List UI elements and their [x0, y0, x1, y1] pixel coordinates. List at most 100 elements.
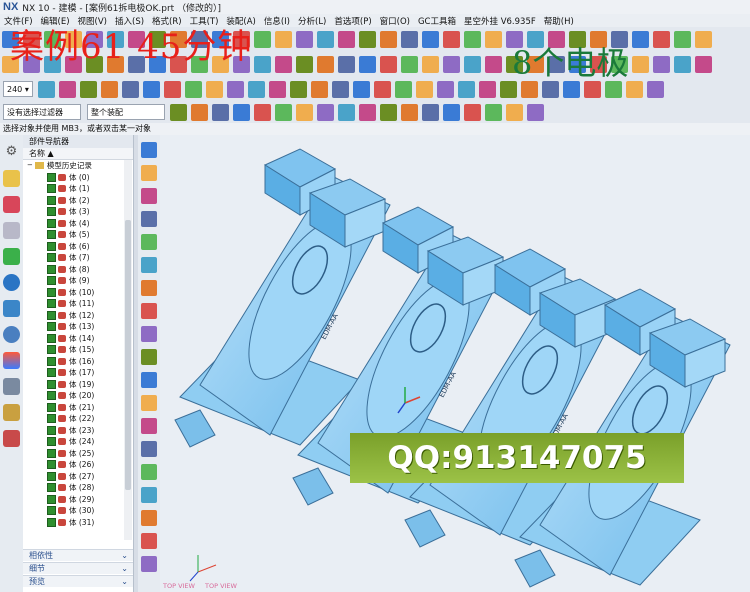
tree-item-body[interactable]: 体 (8): [23, 264, 133, 276]
tool-icon[interactable]: [359, 103, 376, 121]
tool-icon[interactable]: [184, 80, 202, 98]
checkbox-checked-icon[interactable]: [47, 172, 56, 182]
tool-icon[interactable]: [296, 31, 313, 48]
tool-icon[interactable]: [317, 31, 334, 48]
tool-icon[interactable]: [674, 56, 691, 73]
tree-item-body[interactable]: 体 (25): [23, 448, 133, 460]
tool-icon[interactable]: [653, 31, 670, 48]
system-scenes-icon[interactable]: [3, 430, 20, 447]
graphics-window[interactable]: EDM-AAEDM-AAEDM-AAEDM-AA: [160, 135, 750, 592]
tree-item-body[interactable]: 体 (3): [23, 206, 133, 218]
tree-item-body[interactable]: 体 (6): [23, 241, 133, 253]
tool-icon[interactable]: [142, 80, 160, 98]
panel-dependencies[interactable]: 相依性 ⌄: [23, 549, 133, 561]
tool-icon[interactable]: [205, 80, 223, 98]
tool-icon[interactable]: [317, 56, 334, 73]
palette-icon[interactable]: [3, 352, 20, 369]
checkbox-checked-icon[interactable]: [47, 322, 56, 332]
tree-item-body[interactable]: 体 (4): [23, 218, 133, 230]
view-tool-icon[interactable]: [141, 257, 157, 273]
tool-icon[interactable]: [695, 56, 712, 73]
checkbox-checked-icon[interactable]: [47, 241, 56, 251]
menu-info[interactable]: 信息(I): [260, 15, 294, 27]
tool-icon[interactable]: [457, 80, 475, 98]
tree-item-body[interactable]: 体 (29): [23, 494, 133, 506]
tree-item-body[interactable]: 体 (12): [23, 310, 133, 322]
tool-icon[interactable]: [422, 31, 439, 48]
clock-icon[interactable]: [3, 326, 20, 343]
menu-window[interactable]: 窗口(O): [376, 15, 414, 27]
assembly-scope-select[interactable]: 整个装配: [87, 104, 165, 120]
collapse-icon[interactable]: −: [27, 160, 33, 172]
tool-icon[interactable]: [632, 56, 649, 73]
tool-icon[interactable]: [254, 31, 271, 48]
tool-icon[interactable]: [415, 80, 433, 98]
view-tool-icon[interactable]: [141, 234, 157, 250]
tool-icon[interactable]: [331, 80, 349, 98]
checkbox-checked-icon[interactable]: [47, 264, 56, 274]
checkbox-checked-icon[interactable]: [47, 368, 56, 378]
tool-icon[interactable]: [380, 56, 397, 73]
tree-item-body[interactable]: 体 (1): [23, 183, 133, 195]
tree-item-body[interactable]: 体 (30): [23, 505, 133, 517]
tool-icon[interactable]: [163, 80, 181, 98]
panel-preview[interactable]: 预览 ⌄: [23, 575, 133, 587]
view-tool-icon[interactable]: [141, 510, 157, 526]
view-tool-icon[interactable]: [141, 418, 157, 434]
checkbox-checked-icon[interactable]: [47, 356, 56, 366]
tree-item-body[interactable]: 体 (20): [23, 390, 133, 402]
menu-preferences[interactable]: 首选项(P): [330, 15, 375, 27]
assembly-navigator-icon[interactable]: [3, 170, 20, 187]
tool-icon[interactable]: [296, 103, 313, 121]
view-tool-icon[interactable]: [141, 372, 157, 388]
tool-icon[interactable]: [485, 56, 502, 73]
tool-icon[interactable]: [674, 31, 691, 48]
tool-icon[interactable]: [380, 103, 397, 121]
tool-icon[interactable]: [527, 103, 544, 121]
checkbox-checked-icon[interactable]: [47, 195, 56, 205]
tool-icon[interactable]: [422, 56, 439, 73]
tool-icon[interactable]: [191, 103, 208, 121]
tool-icon[interactable]: [464, 56, 481, 73]
view-tool-icon[interactable]: [141, 395, 157, 411]
tool-icon[interactable]: [478, 80, 496, 98]
tool-icon[interactable]: [310, 80, 328, 98]
roles-icon[interactable]: [3, 404, 20, 421]
tool-icon[interactable]: [254, 103, 271, 121]
tool-icon[interactable]: [79, 80, 97, 98]
view-tool-icon[interactable]: [141, 280, 157, 296]
tool-icon[interactable]: [394, 80, 412, 98]
menu-plugin[interactable]: 星空外挂 V6.935F: [460, 15, 540, 27]
tree-item-body[interactable]: 体 (24): [23, 436, 133, 448]
tool-icon[interactable]: [338, 56, 355, 73]
menu-gc-toolkit[interactable]: GC工具箱: [414, 15, 460, 27]
tool-icon[interactable]: [485, 31, 502, 48]
view-tool-icon[interactable]: [141, 441, 157, 457]
checkbox-checked-icon[interactable]: [47, 517, 56, 527]
tool-icon[interactable]: [275, 31, 292, 48]
tree-item-body[interactable]: 体 (2): [23, 195, 133, 207]
checkbox-checked-icon[interactable]: [47, 483, 56, 493]
checkbox-checked-icon[interactable]: [47, 253, 56, 263]
checkbox-checked-icon[interactable]: [47, 299, 56, 309]
tool-icon[interactable]: [212, 103, 229, 121]
checkbox-checked-icon[interactable]: [47, 345, 56, 355]
scrollbar-thumb[interactable]: [125, 220, 131, 490]
view-tool-icon[interactable]: [141, 464, 157, 480]
tree-item-body[interactable]: 体 (21): [23, 402, 133, 414]
checkbox-checked-icon[interactable]: [47, 506, 56, 516]
tool-icon[interactable]: [268, 80, 286, 98]
tool-icon[interactable]: [401, 56, 418, 73]
checkbox-checked-icon[interactable]: [47, 391, 56, 401]
tool-icon[interactable]: [254, 56, 271, 73]
tool-icon[interactable]: [170, 103, 187, 121]
checkbox-checked-icon[interactable]: [47, 437, 56, 447]
tree-item-body[interactable]: 体 (31): [23, 517, 133, 529]
tree-item-body[interactable]: 体 (23): [23, 425, 133, 437]
tool-icon[interactable]: [436, 80, 454, 98]
tree-item-body[interactable]: 体 (13): [23, 321, 133, 333]
tool-icon[interactable]: [506, 103, 523, 121]
checkbox-checked-icon[interactable]: [47, 425, 56, 435]
view-tool-icon[interactable]: [141, 556, 157, 572]
tool-icon[interactable]: [464, 103, 481, 121]
